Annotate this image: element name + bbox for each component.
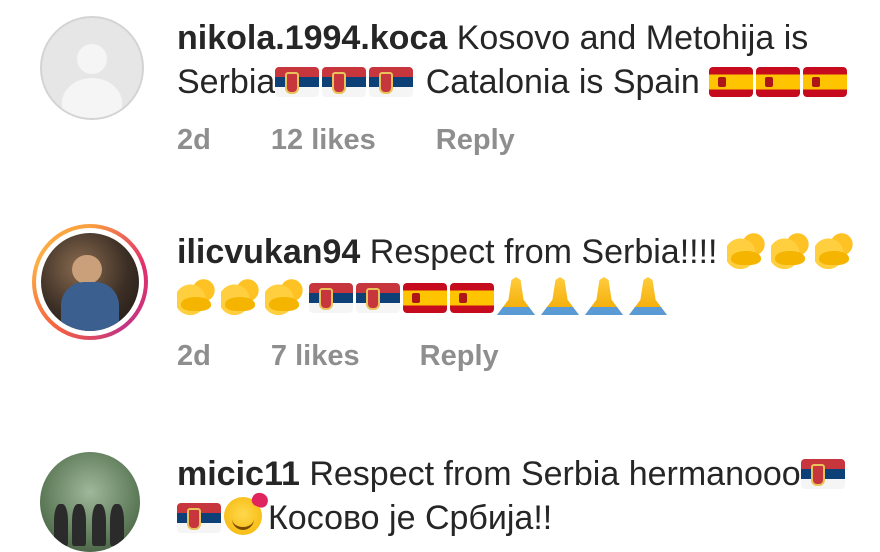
comment-text: Respect from Serbia!!!! — [369, 233, 718, 271]
comment-text: Respect from Serbia hermanooo — [309, 455, 801, 493]
spain-flag-icon — [756, 67, 801, 97]
comment-text-line-1: micic11 Respect from Serbia hermanooo — [177, 452, 848, 496]
flexed-biceps-icon — [177, 277, 215, 315]
likes-count[interactable]: 7 likes — [271, 340, 360, 373]
comment-text-line-2: Косово је Србија!! — [177, 496, 552, 540]
comment-text-line-1: ilicvukan94 Respect from Serbia!!!! — [177, 230, 859, 274]
avatar-photo[interactable] — [40, 452, 140, 552]
comment-text-line-2: Serbia Catalonia is Spain — [177, 60, 850, 104]
flexed-biceps-icon — [221, 277, 259, 315]
comment-text-line-2 — [177, 276, 673, 320]
flexed-biceps-icon — [265, 277, 303, 315]
spain-flag-icon — [803, 67, 848, 97]
comment-text: Catalonia is Spain — [425, 63, 700, 101]
flexed-biceps-icon — [726, 231, 765, 269]
spain-flag-icon — [709, 67, 754, 97]
reply-button[interactable]: Reply — [436, 124, 515, 157]
flexed-biceps-icon — [814, 231, 853, 269]
default-avatar-icon[interactable] — [40, 16, 144, 120]
serbia-flag-icon — [322, 67, 367, 97]
smiling-hearts-icon — [224, 497, 262, 535]
comment-text: Kosovo and Metohija is — [456, 19, 809, 57]
spain-flag-icon — [450, 283, 494, 313]
folded-hands-icon — [497, 277, 535, 315]
username[interactable]: nikola.1994.koca — [177, 19, 447, 57]
comment-text-line-1: nikola.1994.koca Kosovo and Metohija is — [177, 16, 808, 60]
serbia-flag-icon — [369, 67, 414, 97]
comment-meta: 2d 12 likes Reply — [177, 124, 515, 157]
username[interactable]: ilicvukan94 — [177, 233, 360, 271]
story-ring-avatar[interactable] — [32, 224, 148, 340]
timestamp[interactable]: 2d — [177, 340, 211, 373]
flexed-biceps-icon — [770, 231, 809, 269]
username[interactable]: micic11 — [177, 455, 300, 493]
folded-hands-icon — [585, 277, 623, 315]
spain-flag-icon — [403, 283, 447, 313]
serbia-flag-icon — [177, 503, 221, 533]
comment-meta: 2d 7 likes Reply — [177, 340, 499, 373]
reply-button[interactable]: Reply — [420, 340, 499, 373]
folded-hands-icon — [541, 277, 579, 315]
comment-text: Serbia — [177, 63, 276, 101]
serbia-flag-icon — [356, 283, 400, 313]
avatar-photo — [41, 233, 139, 331]
timestamp[interactable]: 2d — [177, 124, 211, 157]
serbia-flag-icon — [309, 283, 353, 313]
folded-hands-icon — [629, 277, 667, 315]
serbia-flag-icon — [275, 67, 320, 97]
serbia-flag-icon — [800, 459, 845, 489]
comment-text: Косово је Србија!! — [268, 499, 553, 537]
likes-count[interactable]: 12 likes — [271, 124, 376, 157]
